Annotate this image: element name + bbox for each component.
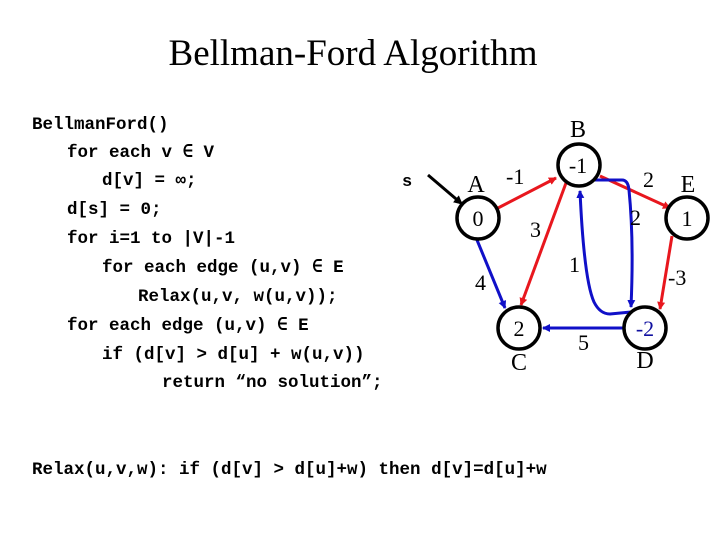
source-label: s bbox=[402, 173, 412, 192]
node-label: B bbox=[570, 117, 586, 143]
node-value: 1 bbox=[682, 206, 693, 231]
edge-weight-B-E: 2 bbox=[643, 167, 654, 192]
node-value: -1 bbox=[569, 153, 587, 178]
edge-weight-A-B: -1 bbox=[506, 164, 524, 189]
edge-weight-A-C: 4 bbox=[475, 270, 486, 295]
node-D: -2 D bbox=[622, 305, 668, 374]
node-E: 1 E bbox=[664, 172, 710, 241]
node-label: D bbox=[636, 348, 653, 374]
edge-D-B bbox=[576, 190, 632, 316]
node-value: -2 bbox=[636, 316, 654, 341]
edge-weight-E-D: -3 bbox=[668, 265, 686, 290]
edge-weight-B-C: 3 bbox=[530, 217, 541, 242]
source-arrow bbox=[427, 173, 463, 206]
edge-B-C bbox=[519, 182, 568, 306]
edge-B-D bbox=[595, 178, 636, 308]
edge-weight-D-B: 1 bbox=[569, 252, 580, 277]
graph-diagram: s -1 2 3 4 1 2 -3 5 0 A -1 B 2 C -2 D 1 … bbox=[402, 117, 710, 376]
node-label: A bbox=[467, 172, 485, 198]
node-label: C bbox=[511, 350, 527, 376]
edge-weight-D-C: 5 bbox=[578, 330, 589, 355]
node-value: 0 bbox=[473, 206, 484, 231]
edge-weight-B-D: 2 bbox=[630, 205, 641, 230]
node-A: 0 A bbox=[455, 172, 501, 241]
node-C: 2 C bbox=[496, 305, 542, 376]
node-B: -1 B bbox=[556, 117, 602, 188]
node-value: 2 bbox=[514, 316, 525, 341]
node-label: E bbox=[681, 172, 696, 198]
